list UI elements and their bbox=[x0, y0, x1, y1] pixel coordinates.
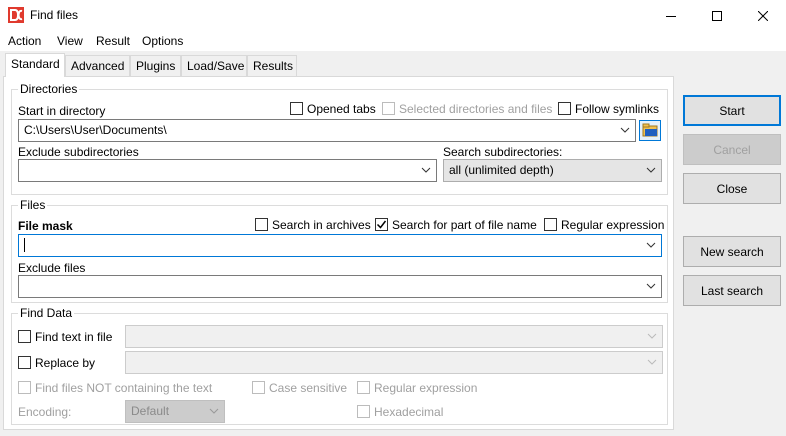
directories-group-title: Directories bbox=[18, 82, 80, 96]
search-archives-checkbox[interactable]: Search in archives bbox=[255, 217, 371, 232]
find-text-checkbox[interactable]: Find text in file bbox=[18, 329, 112, 344]
encoding-select[interactable]: Default bbox=[125, 400, 225, 423]
chevron-down-icon bbox=[646, 167, 656, 173]
search-archives-label: Search in archives bbox=[272, 217, 371, 232]
search-subdirs-value: all (unlimited depth) bbox=[449, 163, 554, 177]
find-text-combo[interactable] bbox=[125, 325, 663, 348]
checkbox-box bbox=[357, 381, 370, 394]
checkbox-box bbox=[18, 330, 31, 343]
start-dir-label: Start in directory bbox=[18, 104, 106, 118]
regex-files-checkbox[interactable]: Regular expression bbox=[544, 217, 664, 232]
chevron-down-icon bbox=[209, 408, 219, 414]
chevron-down-icon bbox=[620, 127, 630, 133]
checkbox-box bbox=[375, 218, 388, 231]
window-title: Find files bbox=[30, 8, 79, 22]
chevron-down-icon bbox=[646, 283, 656, 289]
checkbox-box bbox=[18, 381, 31, 394]
checkbox-box bbox=[18, 356, 31, 369]
checkbox-box bbox=[558, 102, 571, 115]
chevron-down-icon bbox=[421, 167, 431, 173]
start-button[interactable]: Start bbox=[683, 95, 781, 126]
exclude-subdirs-label: Exclude subdirectories bbox=[18, 145, 139, 159]
checkbox-box bbox=[382, 102, 395, 115]
close-button[interactable]: Close bbox=[683, 173, 781, 204]
start-dir-value: C:\Users\User\Documents\ bbox=[24, 123, 167, 137]
follow-symlinks-checkbox[interactable]: Follow symlinks bbox=[558, 101, 659, 116]
files-group-title: Files bbox=[18, 198, 48, 212]
not-containing-checkbox[interactable]: Find files NOT containing the text bbox=[18, 380, 212, 395]
menu-view[interactable]: View bbox=[57, 34, 83, 48]
hexadecimal-label: Hexadecimal bbox=[374, 404, 444, 419]
file-mask-combo[interactable] bbox=[18, 234, 662, 257]
chevron-down-icon bbox=[646, 242, 656, 248]
search-part-label: Search for part of file name bbox=[392, 217, 537, 232]
hexadecimal-checkbox[interactable]: Hexadecimal bbox=[357, 404, 443, 419]
regex-files-label: Regular expression bbox=[561, 217, 665, 232]
not-containing-label: Find files NOT containing the text bbox=[35, 380, 213, 395]
checkbox-box bbox=[544, 218, 557, 231]
last-search-button[interactable]: Last search bbox=[683, 275, 781, 306]
maximize-icon[interactable] bbox=[694, 0, 740, 31]
checkbox-box bbox=[255, 218, 268, 231]
regex-text-checkbox[interactable]: Regular expression bbox=[357, 380, 477, 395]
case-sensitive-label: Case sensitive bbox=[269, 380, 348, 395]
tab-standard[interactable]: Standard bbox=[5, 53, 65, 77]
follow-symlinks-label: Follow symlinks bbox=[575, 101, 660, 116]
encoding-label: Encoding: bbox=[18, 405, 72, 419]
menu-result[interactable]: Result bbox=[96, 34, 130, 48]
file-mask-label: File mask bbox=[18, 219, 73, 233]
exclude-files-label: Exclude files bbox=[18, 261, 86, 275]
tab-advanced[interactable]: Advanced bbox=[65, 55, 130, 76]
selected-dirs-checkbox[interactable]: Selected directories and files bbox=[382, 101, 552, 116]
case-sensitive-checkbox[interactable]: Case sensitive bbox=[252, 380, 347, 395]
search-subdirs-select[interactable]: all (unlimited depth) bbox=[443, 159, 662, 182]
menu-action[interactable]: Action bbox=[8, 34, 41, 48]
title-bar: Find files bbox=[0, 0, 786, 31]
checkbox-box bbox=[357, 405, 370, 418]
exclude-subdirs-combo[interactable] bbox=[18, 159, 437, 182]
chevron-down-icon bbox=[647, 359, 657, 365]
tab-results[interactable]: Results bbox=[247, 55, 297, 76]
checkbox-box bbox=[252, 381, 265, 394]
search-part-checkbox[interactable]: Search for part of file name bbox=[375, 217, 537, 232]
replace-by-label: Replace by bbox=[35, 355, 96, 370]
tab-plugins[interactable]: Plugins bbox=[130, 55, 181, 76]
checkmark-icon bbox=[376, 220, 387, 229]
menu-options[interactable]: Options bbox=[142, 34, 183, 48]
encoding-value: Default bbox=[131, 404, 170, 418]
close-icon[interactable] bbox=[740, 0, 786, 31]
text-cursor bbox=[24, 238, 25, 252]
regex-text-label: Regular expression bbox=[374, 380, 478, 395]
replace-by-checkbox[interactable]: Replace by bbox=[18, 355, 95, 370]
new-search-button[interactable]: New search bbox=[683, 236, 781, 267]
cancel-button[interactable]: Cancel bbox=[683, 134, 781, 165]
selected-dirs-label: Selected directories and files bbox=[399, 101, 553, 116]
checkbox-box bbox=[290, 102, 303, 115]
chevron-down-icon bbox=[647, 333, 657, 339]
app-icon bbox=[8, 7, 24, 23]
exclude-files-combo[interactable] bbox=[18, 275, 662, 298]
folder-icon bbox=[642, 123, 658, 137]
start-dir-combo[interactable]: C:\Users\User\Documents\ bbox=[18, 119, 636, 142]
find-text-label: Find text in file bbox=[35, 329, 113, 344]
menu-bar: Action View Result Options bbox=[0, 31, 786, 51]
minimize-icon[interactable] bbox=[648, 0, 694, 31]
replace-by-combo[interactable] bbox=[125, 351, 663, 374]
search-subdirs-label: Search subdirectories: bbox=[443, 145, 563, 159]
tab-load-save[interactable]: Load/Save bbox=[181, 55, 247, 76]
browse-folder-button[interactable] bbox=[639, 120, 661, 141]
opened-tabs-label: Opened tabs bbox=[307, 101, 376, 116]
opened-tabs-checkbox[interactable]: Opened tabs bbox=[290, 101, 376, 116]
find-data-group-title: Find Data bbox=[18, 306, 75, 320]
